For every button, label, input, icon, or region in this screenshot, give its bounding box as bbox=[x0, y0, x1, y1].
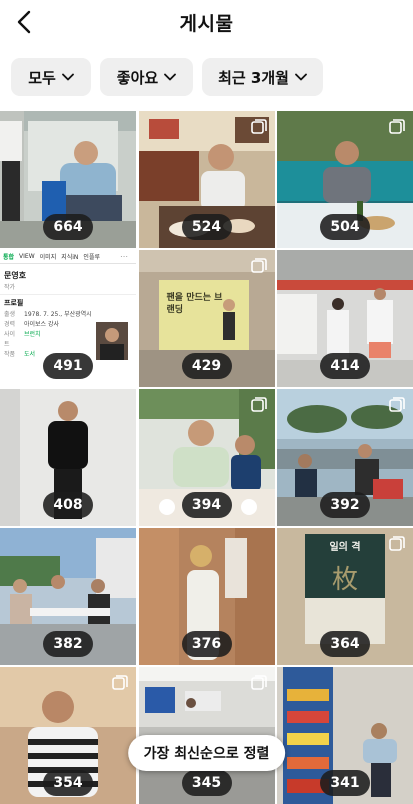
view-count-badge: 345 bbox=[181, 770, 232, 796]
profile-photo bbox=[96, 322, 128, 360]
multiple-photos-icon bbox=[250, 258, 267, 273]
view-count-badge: 392 bbox=[320, 492, 370, 518]
filter-all-dropdown[interactable]: 모두 bbox=[11, 58, 91, 96]
post-thumbnail[interactable]: 382 bbox=[0, 528, 136, 665]
screenshot-section: 프로필 bbox=[4, 299, 24, 307]
post-thumbnail[interactable]: 枚 일의 격 364 bbox=[277, 528, 413, 665]
screenshot-name: 문영호 bbox=[4, 271, 27, 280]
view-count-badge: 664 bbox=[43, 214, 93, 240]
screenshot-tab: 인플루 bbox=[83, 254, 100, 261]
screenshot-role: 작가 bbox=[4, 284, 16, 291]
multiple-photos-icon bbox=[250, 119, 267, 134]
more-options-icon: ⋯ bbox=[120, 252, 128, 261]
chevron-down-icon bbox=[61, 73, 74, 81]
screenshot-row-value: 1978. 7. 25., 부산광역시 bbox=[24, 311, 92, 318]
post-thumbnail[interactable]: 664 bbox=[0, 111, 136, 248]
top-bar: 게시물 bbox=[0, 0, 413, 44]
post-thumbnail[interactable]: 팬을 만드는 브랜딩 429 bbox=[138, 250, 275, 387]
view-count-badge: 504 bbox=[320, 214, 370, 240]
back-button[interactable] bbox=[6, 4, 42, 40]
filter-label: 좋아요 bbox=[116, 68, 159, 87]
book-title: 일의 격 bbox=[329, 542, 361, 553]
filter-date-dropdown[interactable]: 최근 3개월 bbox=[202, 58, 323, 96]
view-count-badge: 414 bbox=[320, 353, 370, 379]
view-count-badge: 341 bbox=[320, 770, 370, 796]
filter-label: 모두 bbox=[28, 68, 56, 87]
screenshot-row-value: 도서 bbox=[24, 351, 36, 358]
post-thumbnail[interactable]: 408 bbox=[0, 389, 136, 526]
view-count-badge: 382 bbox=[43, 631, 93, 657]
view-count-badge: 429 bbox=[181, 353, 232, 379]
chevron-down-icon bbox=[164, 73, 177, 81]
post-thumbnail[interactable]: 376 bbox=[138, 528, 275, 665]
poster-headline: 팬을 만드는 브랜딩 bbox=[166, 293, 223, 315]
multiple-photos-icon bbox=[389, 397, 405, 412]
post-thumbnail[interactable]: 354 bbox=[0, 667, 136, 804]
view-count-badge: 376 bbox=[181, 631, 232, 657]
filter-bar: 모두 좋아요 최근 3개월 bbox=[0, 58, 413, 98]
chevron-left-icon bbox=[17, 10, 31, 34]
page-title: 게시물 bbox=[179, 12, 234, 35]
multiple-photos-icon bbox=[389, 536, 405, 551]
post-grid: 664 524 504 통합 VIEW 이미지 지식iN 인플루 문영호 작가 … bbox=[0, 111, 413, 804]
view-count-badge: 364 bbox=[320, 631, 370, 657]
multiple-photos-icon bbox=[250, 675, 267, 690]
view-count-badge: 491 bbox=[43, 353, 93, 379]
view-count-badge: 524 bbox=[181, 214, 232, 240]
screenshot-tab: VIEW bbox=[19, 253, 35, 260]
view-count-badge: 408 bbox=[43, 492, 93, 518]
screenshot-tab: 이미지 bbox=[39, 254, 57, 261]
screenshot-row-value: 아이보스 강사 bbox=[24, 321, 60, 328]
post-thumbnail[interactable]: 524 bbox=[138, 111, 275, 248]
screenshot-row-value: 브런치 bbox=[24, 331, 41, 338]
post-thumbnail[interactable]: 341 bbox=[277, 667, 413, 804]
screenshot-tab: 통합 bbox=[3, 254, 15, 261]
post-thumbnail[interactable]: 통합 VIEW 이미지 지식iN 인플루 문영호 작가 프로필 출생 1978. … bbox=[0, 250, 136, 387]
screenshot-row-key: 사이트 bbox=[4, 331, 16, 348]
post-thumbnail[interactable]: 392 bbox=[277, 389, 413, 526]
multiple-photos-icon bbox=[250, 397, 267, 412]
screenshot-row-key: 작품 bbox=[4, 351, 16, 358]
filter-likes-dropdown[interactable]: 좋아요 bbox=[100, 58, 193, 96]
screenshot-row-key: 경력 bbox=[4, 321, 16, 328]
multiple-photos-icon bbox=[389, 119, 405, 134]
svg-text:枚: 枚 bbox=[332, 565, 358, 595]
multiple-photos-icon bbox=[112, 675, 128, 690]
chevron-down-icon bbox=[295, 73, 307, 81]
post-thumbnail[interactable]: 394 bbox=[138, 389, 275, 526]
screenshot-row-key: 출생 bbox=[4, 311, 16, 318]
filter-label: 최근 3개월 bbox=[218, 68, 289, 87]
view-count-badge: 354 bbox=[43, 770, 93, 796]
sort-newest-button[interactable]: 가장 최신순으로 정렬 bbox=[127, 735, 286, 771]
view-count-badge: 394 bbox=[181, 492, 232, 518]
post-thumbnail[interactable]: 504 bbox=[277, 111, 413, 248]
post-thumbnail[interactable]: 414 bbox=[277, 250, 413, 387]
screenshot-tab: 지식iN bbox=[61, 254, 79, 261]
